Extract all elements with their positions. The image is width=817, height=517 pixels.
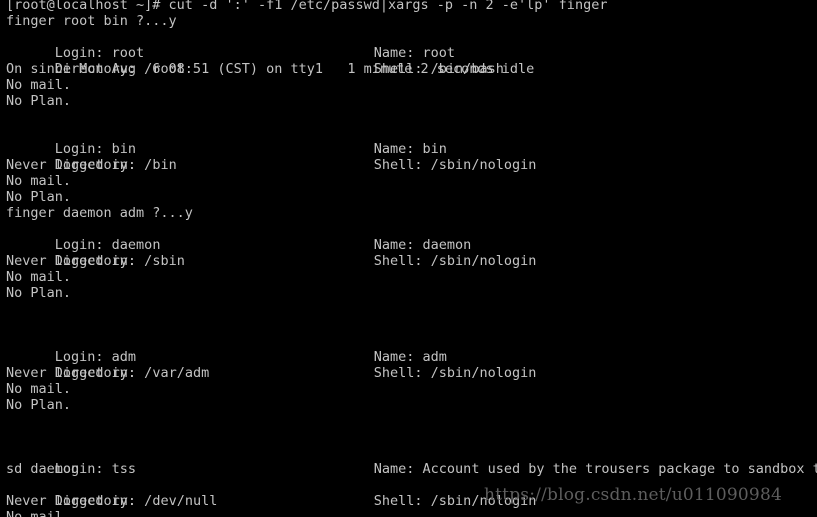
terminal-screen: [root@localhost ~]# cut -d ':' -f1 /etc/… (0, 0, 817, 517)
name-field-wrap: sd daemon (6, 461, 80, 477)
terminal-window[interactable]: [root@localhost ~]# cut -d ':' -f1 /etc/… (0, 0, 817, 517)
finger-record-row: Login: daemon Name: daemon (6, 221, 817, 253)
finger-record-row: Login: adm Name: adm (6, 333, 817, 365)
xargs-confirm-prompt-2: finger daemon adm ?...y (6, 205, 193, 221)
finger-record-row: Login: tss Name: Account used by the trou… (6, 445, 817, 477)
finger-record-row: Directory: /sbin Shell: /sbin/nologin (6, 237, 817, 269)
mail-field: No mail. (6, 381, 72, 397)
activity-field: Never logged in. (6, 365, 137, 381)
finger-record-row: Directory: /bin Shell: /sbin/nologin (6, 141, 817, 173)
mail-field: No mail. (6, 173, 72, 189)
mail-field: No mail. (6, 77, 72, 93)
xargs-confirm-prompt-1: finger root bin ?...y (6, 13, 177, 29)
plan-field: No Plan. (6, 93, 72, 109)
plan-field: No Plan. (6, 189, 72, 205)
activity-field: Never logged in. (6, 253, 137, 269)
finger-record-row: Login: bin Name: bin (6, 125, 817, 157)
mail-field: No mail. (6, 269, 72, 285)
plan-field: No Plan. (6, 397, 72, 413)
plan-field: No Plan. (6, 285, 72, 301)
activity-field: Never logged in. (6, 157, 137, 173)
finger-record-row: Directory: /var/adm Shell: /sbin/nologin (6, 349, 817, 381)
mail-field: No mail. (6, 509, 72, 517)
csdn-blog-watermark: https://blog.csdn.net/u011090984 (484, 485, 782, 505)
activity-field: On since Mon Aug 6 08:51 (CST) on tty1 1… (6, 61, 535, 77)
finger-record-row: Directory: /root Shell: /bin/bash (6, 45, 817, 77)
shell-prompt-line: [root@localhost ~]# cut -d ':' -f1 /etc/… (6, 0, 608, 13)
finger-record-row: Login: root Name: root (6, 29, 817, 61)
